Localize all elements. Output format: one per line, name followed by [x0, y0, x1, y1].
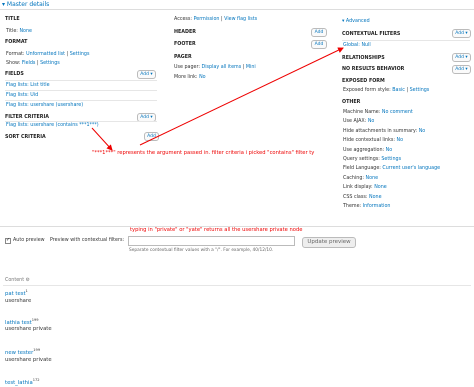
result-title[interactable]: lathia test199: [5, 318, 39, 326]
annotation-arrow: [91, 127, 113, 151]
contextual-filters-input[interactable]: [128, 236, 295, 246]
annotation-typing: typing in "private" or "yate" returns al…: [130, 227, 303, 233]
contextual-help-text: Separate contextual filter values with a…: [129, 248, 274, 253]
auto-preview-label: Auto preview: [13, 238, 45, 243]
auto-preview-checkbox[interactable]: [5, 237, 11, 244]
update-preview-button[interactable]: Update preview: [302, 237, 356, 248]
result-title[interactable]: new tester199: [5, 348, 40, 356]
results-header: Content ⚙: [5, 278, 30, 283]
result-value: usershare private: [5, 357, 52, 363]
result-title[interactable]: pat test1: [5, 289, 28, 297]
result-value: usershare: [5, 298, 32, 304]
result-value: usershare private: [5, 326, 52, 332]
annotation-arrows: [91, 47, 344, 151]
divider: [3, 285, 471, 286]
gear-icon[interactable]: ⚙: [26, 278, 30, 283]
result-title[interactable]: test_lathia172: [5, 378, 40, 386]
contextual-filters-label: Preview with contextual filters:: [50, 238, 125, 243]
annotation-explain: "***1***" represents the argument passed…: [92, 150, 315, 156]
annotation-arrow: [139, 47, 344, 146]
